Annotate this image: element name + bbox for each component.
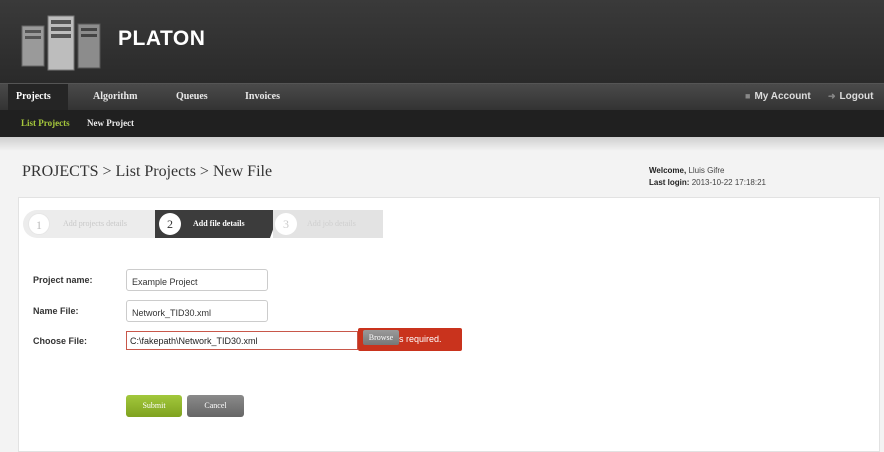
step-1-number: 1 bbox=[28, 213, 50, 235]
logout-label: Logout bbox=[839, 91, 874, 102]
nav-queues[interactable]: Queues bbox=[176, 91, 208, 102]
nav-algorithm[interactable]: Algorithm bbox=[93, 91, 137, 102]
breadcrumb: PROJECTS > List Projects > New File bbox=[22, 163, 273, 180]
step-3-number: 3 bbox=[275, 213, 297, 235]
step-2-number: 2 bbox=[159, 213, 181, 235]
servers-logo-icon bbox=[21, 15, 101, 71]
browse-button[interactable]: Browse bbox=[363, 330, 399, 345]
sub-navigation: List Projects New Project bbox=[0, 110, 884, 137]
my-account-label: My Account bbox=[754, 91, 811, 102]
name-file-input[interactable]: Network_TID30.xml bbox=[126, 300, 268, 322]
step-3-label: Add job details bbox=[307, 219, 356, 228]
subnav-list-projects[interactable]: List Projects bbox=[21, 118, 70, 128]
last-login-value: 2013-10-22 17:18:21 bbox=[691, 178, 766, 187]
logout-link[interactable]: ➜ Logout bbox=[828, 91, 873, 102]
logout-arrow-icon: ➜ bbox=[828, 91, 836, 101]
step-2-label: Add file details bbox=[193, 219, 245, 228]
file-error-text: s required. bbox=[399, 334, 442, 344]
welcome-user: Lluis Gifre bbox=[688, 166, 725, 175]
submit-button[interactable]: Submit bbox=[126, 395, 182, 417]
app-header: PLATON bbox=[0, 0, 884, 83]
wizard-steps: 1 Add projects details 2 Add file detail… bbox=[23, 210, 383, 238]
nav-projects[interactable]: Projects bbox=[16, 91, 51, 102]
project-name-label: Project name: bbox=[33, 275, 93, 285]
welcome-info: Welcome, Lluis Gifre Last login: 2013-10… bbox=[649, 165, 766, 189]
choose-file-label: Choose File: bbox=[33, 336, 88, 346]
app-brand: PLATON bbox=[118, 27, 206, 50]
my-account-link[interactable]: ■ My Account bbox=[745, 91, 811, 102]
main-navigation: Projects Algorithm Queues Invoices ■ My A… bbox=[0, 83, 884, 111]
choose-file-input[interactable]: C:\fakepath\Network_TID30.xml bbox=[126, 331, 358, 350]
nav-invoices[interactable]: Invoices bbox=[245, 91, 280, 102]
project-name-input[interactable]: Example Project bbox=[126, 269, 268, 291]
welcome-label: Welcome, bbox=[649, 166, 687, 175]
subnav-new-project[interactable]: New Project bbox=[87, 118, 134, 128]
step-1-label: Add projects details bbox=[63, 219, 127, 228]
name-file-label: Name File: bbox=[33, 306, 79, 316]
user-icon: ■ bbox=[745, 91, 751, 101]
header-shadow bbox=[0, 137, 884, 151]
cancel-button[interactable]: Cancel bbox=[187, 395, 244, 417]
last-login-label: Last login: bbox=[649, 178, 690, 187]
